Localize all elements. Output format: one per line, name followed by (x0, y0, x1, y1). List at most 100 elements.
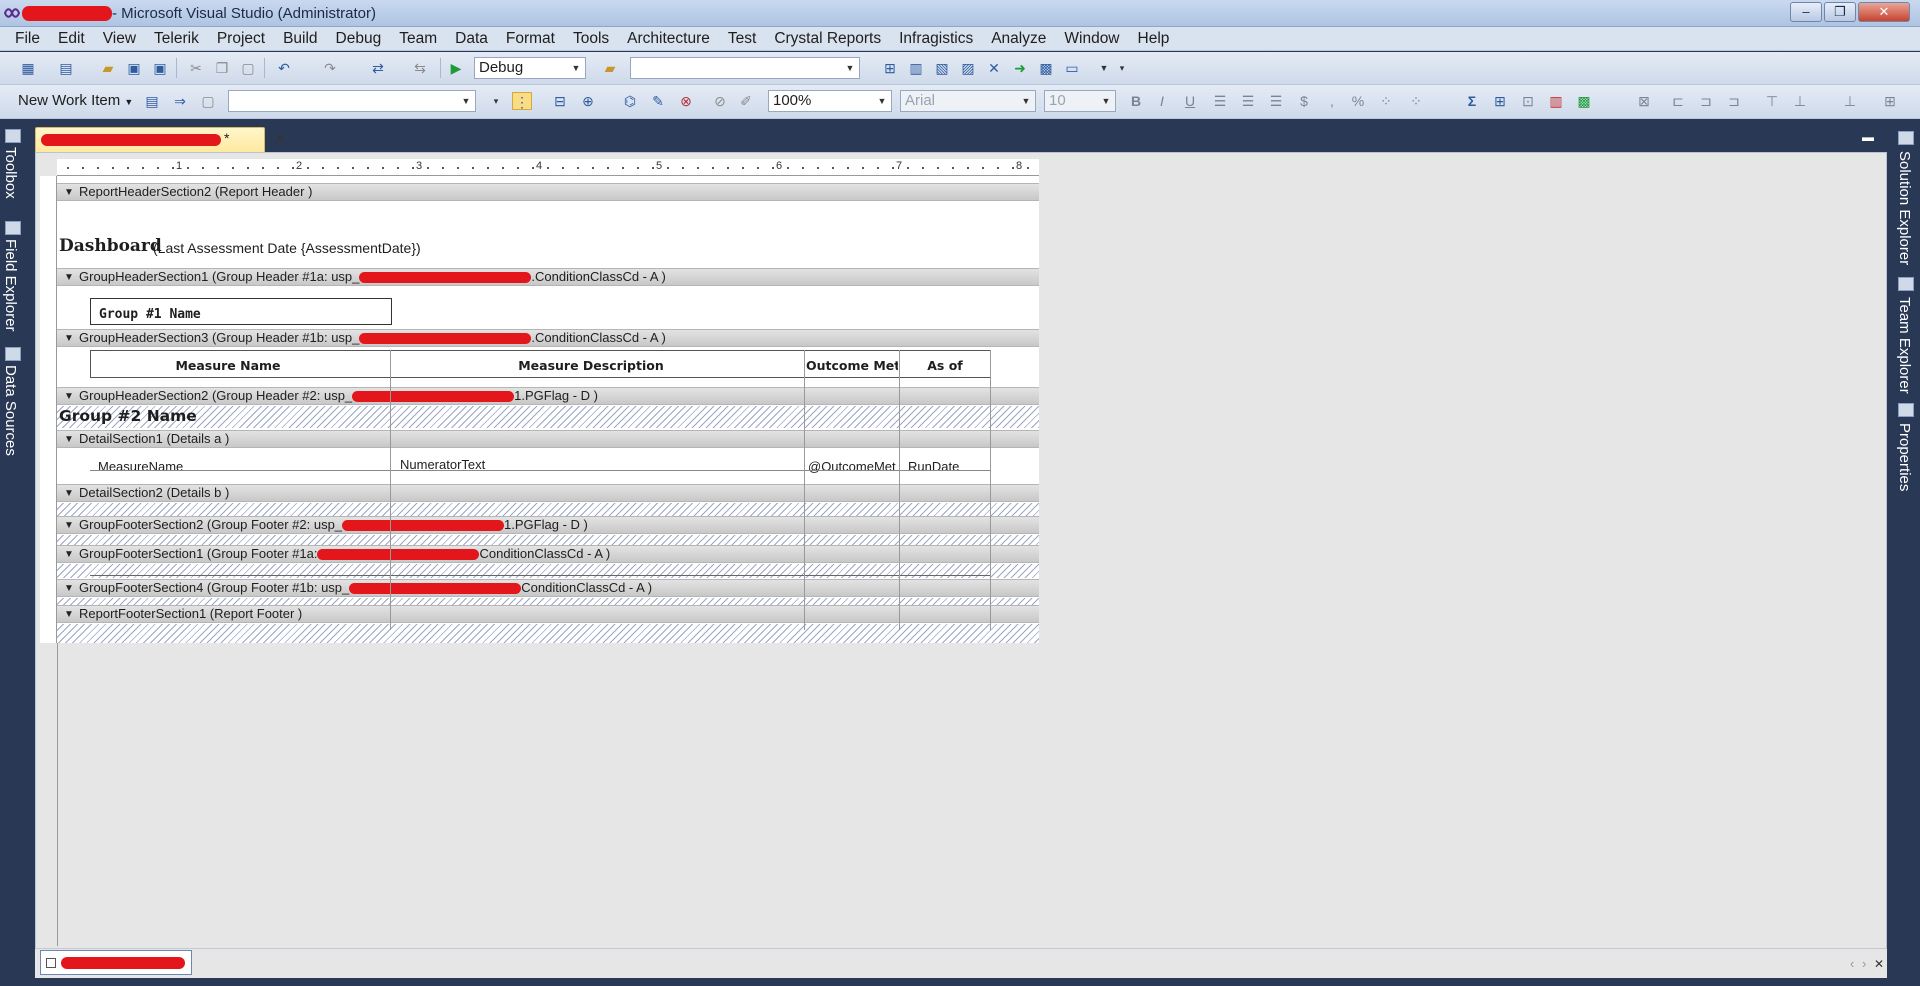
toolbar-options-icon[interactable]: ▾ (1112, 59, 1132, 77)
column-header-measure-name[interactable]: Measure Name (92, 358, 364, 373)
align-right-icon[interactable]: ☰ (1266, 92, 1286, 110)
team-explorer-rail-icon[interactable] (1898, 277, 1914, 291)
report-title[interactable]: Dashboard (59, 236, 162, 256)
font-combo[interactable]: Arial ▼ (900, 90, 1036, 112)
select-expert-icon[interactable]: ⊗ (676, 92, 696, 110)
decrease-decimal-icon[interactable]: ⁘ (1406, 92, 1426, 110)
close-report-tab-button[interactable]: ✕ (1874, 957, 1884, 971)
report-subtitle[interactable]: (Last Assessment Date {AssessmentDate}) (153, 240, 421, 256)
collapse-triangle-icon[interactable]: ▼ (64, 518, 74, 534)
undo-icon[interactable]: ↶ (274, 59, 294, 77)
toolbar2-options-icon[interactable]: ▾ (486, 92, 506, 110)
object-browser-icon[interactable]: ▧ (932, 59, 952, 77)
redo-icon[interactable]: ↷ (320, 59, 340, 77)
group-icon[interactable]: ⊕ (578, 92, 598, 110)
open-file-icon[interactable]: ▰ (98, 59, 118, 77)
group2-name-field[interactable]: Group #2 Name (59, 407, 197, 425)
align-rights-icon[interactable]: ⊐ (1724, 92, 1744, 110)
section-details-b[interactable]: ▼ DetailSection2 (Details b ) (57, 484, 1039, 502)
italic-button[interactable]: I (1152, 92, 1172, 110)
align-centers-icon[interactable]: ⊐ (1696, 92, 1716, 110)
insert-summary-button[interactable]: Σ (1462, 92, 1482, 110)
properties-rail-icon[interactable] (1898, 403, 1914, 417)
toolbox-tab[interactable]: Toolbox (2, 147, 19, 199)
menu-project[interactable]: Project (208, 30, 274, 48)
run-date-field[interactable]: RunDate (908, 459, 990, 474)
document-tab[interactable]: * ✕ (35, 127, 287, 152)
section-group-header-1b[interactable]: ▼ GroupHeaderSection3 (Group Header #1b: … (57, 329, 1039, 347)
align-middles-icon[interactable]: ⊥ (1790, 92, 1810, 110)
group1-name-field[interactable]: Group #1 Name (90, 298, 392, 325)
add-item-icon[interactable]: ▤ (56, 59, 76, 77)
start-page-icon[interactable]: ➜ (1010, 59, 1030, 77)
section-group-footer-1a[interactable]: ▼ GroupFooterSection1 (Group Footer #1a: C… (57, 545, 1039, 563)
data-sources-tab[interactable]: Data Sources (2, 365, 19, 456)
collapse-triangle-icon[interactable]: ▼ (64, 547, 74, 563)
find-in-files-icon[interactable]: ▰ (600, 59, 620, 77)
menu-crystal-reports[interactable]: Crystal Reports (765, 30, 890, 48)
format-painter-icon[interactable]: ✐ (736, 92, 756, 110)
bold-button[interactable]: B (1126, 92, 1146, 110)
menu-window[interactable]: Window (1055, 30, 1128, 48)
align-center-icon[interactable]: ☰ (1238, 92, 1258, 110)
menu-tools[interactable]: Tools (564, 30, 618, 48)
section-group-header-1a[interactable]: ▼ GroupHeaderSection1 (Group Header #1a: … (57, 268, 1039, 286)
increase-decimal-icon[interactable]: ⁘ (1376, 92, 1396, 110)
menu-team[interactable]: Team (390, 30, 446, 48)
maximize-button[interactable]: ❐ (1824, 2, 1856, 22)
collapse-triangle-icon[interactable]: ▼ (64, 486, 74, 502)
section-report-footer[interactable]: ▼ ReportFooterSection1 (Report Footer ) (57, 605, 1039, 623)
menu-test[interactable]: Test (719, 30, 765, 48)
menu-file[interactable]: File (6, 30, 49, 48)
section-details-a[interactable]: ▼ DetailSection1 (Details a ) (57, 430, 1039, 448)
align-lefts-icon[interactable]: ⊏ (1668, 92, 1688, 110)
tools-icon[interactable]: ✕ (984, 59, 1004, 77)
tab-list-dropdown-icon[interactable]: ▬ (1862, 130, 1878, 144)
command-window-icon[interactable]: ▭ (1062, 59, 1082, 77)
column-header-outcome-met[interactable]: Outcome Met (806, 358, 898, 373)
chart-expert-icon[interactable]: ✎ (648, 92, 668, 110)
command-dropdown-icon[interactable]: ▼ (1094, 59, 1114, 77)
menu-debug[interactable]: Debug (327, 30, 391, 48)
measure-name-field[interactable]: MeasureName (98, 459, 360, 474)
collapse-triangle-icon[interactable]: ▼ (64, 389, 74, 405)
menu-analyze[interactable]: Analyze (982, 30, 1055, 48)
start-debugging-icon[interactable]: ▶ (446, 59, 466, 77)
solution-explorer-icon[interactable]: ⊞ (880, 59, 900, 77)
extension-icon[interactable]: ▩ (1036, 59, 1056, 77)
new-project-icon[interactable]: ▦ (18, 59, 38, 77)
menu-telerik[interactable]: Telerik (145, 30, 208, 48)
outcome-met-field[interactable]: @OutcomeMet (808, 459, 898, 474)
cut-icon[interactable]: ✂ (186, 59, 206, 77)
align-bottoms-icon[interactable]: ⊥ (1840, 92, 1860, 110)
percent-button[interactable]: % (1348, 92, 1368, 110)
same-size-icon[interactable]: ⊞ (1880, 92, 1900, 110)
work-item-refresh-icon[interactable]: ▢ (198, 92, 218, 110)
properties-tab[interactable]: Properties (1896, 423, 1913, 491)
work-item-query-icon[interactable]: ▤ (142, 92, 162, 110)
field-explorer-tab[interactable]: Field Explorer (2, 239, 19, 332)
zoom-combo[interactable]: 100% ▼ (768, 90, 892, 112)
collapse-triangle-icon[interactable]: ▼ (64, 581, 74, 597)
solution-explorer-rail-icon[interactable] (1898, 131, 1914, 145)
section-group-footer-1b[interactable]: ▼ GroupFooterSection4 (Group Footer #1b: … (57, 579, 1039, 597)
save-all-icon[interactable]: ▣ (150, 59, 170, 77)
collapse-triangle-icon[interactable]: ▼ (64, 185, 74, 201)
main-report-tab[interactable] (40, 950, 192, 975)
team-explorer-tab[interactable]: Team Explorer (1896, 297, 1913, 394)
save-icon[interactable]: ▣ (124, 59, 144, 77)
close-tab-icon[interactable]: ✕ (274, 132, 290, 148)
field-explorer-rail-icon[interactable] (5, 221, 21, 235)
scroll-prev-tab-button[interactable]: ‹ (1850, 956, 1854, 971)
menu-build[interactable]: Build (274, 30, 326, 48)
collapse-triangle-icon[interactable]: ▼ (64, 607, 74, 623)
menu-infragistics[interactable]: Infragistics (890, 30, 982, 48)
copy-icon[interactable]: ❐ (212, 59, 232, 77)
section-group-header-2[interactable]: ▼ GroupHeaderSection2 (Group Header #2: u… (57, 387, 1039, 405)
insert-map-icon[interactable]: ▩ (1574, 92, 1594, 110)
underline-button[interactable]: U (1180, 92, 1200, 110)
report-options-icon[interactable]: ⊘ (710, 92, 730, 110)
align-icon[interactable]: ⊟ (550, 92, 570, 110)
go-to-work-item-icon[interactable]: ⇒ (170, 92, 190, 110)
align-left-icon[interactable]: ☰ (1210, 92, 1230, 110)
